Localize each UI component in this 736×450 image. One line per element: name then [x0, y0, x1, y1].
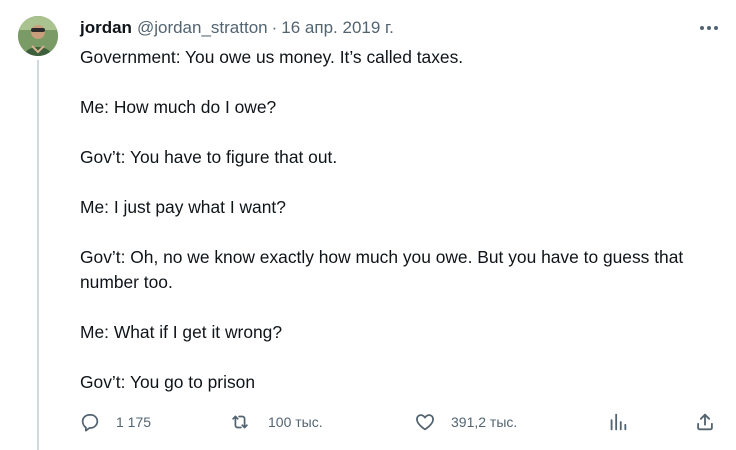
like-count: 391,2 тыс.: [451, 414, 518, 430]
retweet-count: 100 тыс.: [268, 414, 323, 430]
analytics-bars-icon: [606, 410, 630, 434]
tweet-line: Gov’t: You have to figure that out.: [80, 147, 338, 167]
tweet-actions: 1 175 100 тыс. 391,2 тыс.: [78, 410, 728, 438]
retweet-icon: [228, 410, 252, 434]
avatar[interactable]: [18, 16, 58, 56]
reply-count: 1 175: [116, 414, 152, 430]
tweet-line: Government: You owe us money. It’s calle…: [80, 47, 464, 67]
more-options-button[interactable]: [698, 18, 720, 38]
reply-button[interactable]: 1 175: [78, 410, 151, 434]
thread-line: [37, 60, 39, 450]
author-name[interactable]: jordan: [80, 16, 132, 40]
tweet-line: Me: What if I get it wrong?: [80, 322, 283, 342]
share-upload-icon: [693, 410, 717, 434]
heart-icon: [413, 410, 437, 434]
reply-bubble-icon: [78, 410, 102, 434]
tweet-header: jordan @jordan_stratton · 16 апр. 2019 г…: [80, 16, 394, 40]
tweet-text: Government: You owe us money. It’s calle…: [80, 45, 720, 395]
author-handle[interactable]: @jordan_stratton: [137, 16, 268, 40]
share-button[interactable]: [693, 410, 717, 434]
tweet-line: Gov’t: You go to prison: [80, 372, 255, 392]
tweet-line: Me: How much do I owe?: [80, 97, 277, 117]
tweet: jordan @jordan_stratton · 16 апр. 2019 г…: [0, 0, 736, 450]
tweet-date[interactable]: 16 апр. 2019 г.: [281, 16, 394, 40]
views-button[interactable]: [606, 410, 630, 434]
header-separator: ·: [271, 18, 278, 37]
like-button[interactable]: 391,2 тыс.: [413, 410, 517, 434]
tweet-line: Gov’t: Oh, no we know exactly how much y…: [80, 247, 684, 292]
retweet-button[interactable]: 100 тыс.: [228, 410, 323, 434]
tweet-line: Me: I just pay what I want?: [80, 197, 286, 217]
more-horizontal-icon: [700, 26, 718, 30]
